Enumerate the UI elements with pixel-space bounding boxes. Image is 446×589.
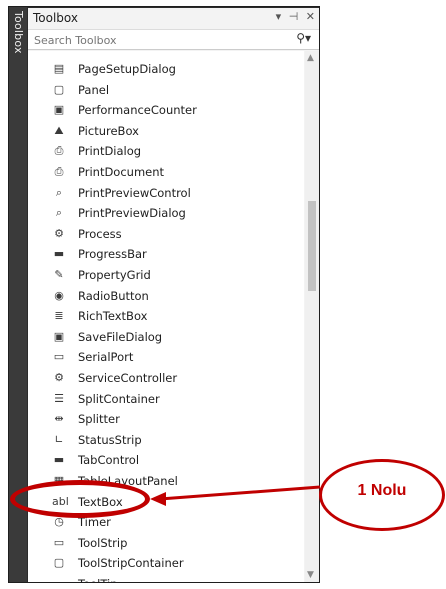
callout-text: 1 Nolu: [357, 482, 407, 499]
textbox-highlight-ellipse: [10, 480, 150, 518]
callout-bubble: 1 Nolu: [319, 459, 445, 531]
